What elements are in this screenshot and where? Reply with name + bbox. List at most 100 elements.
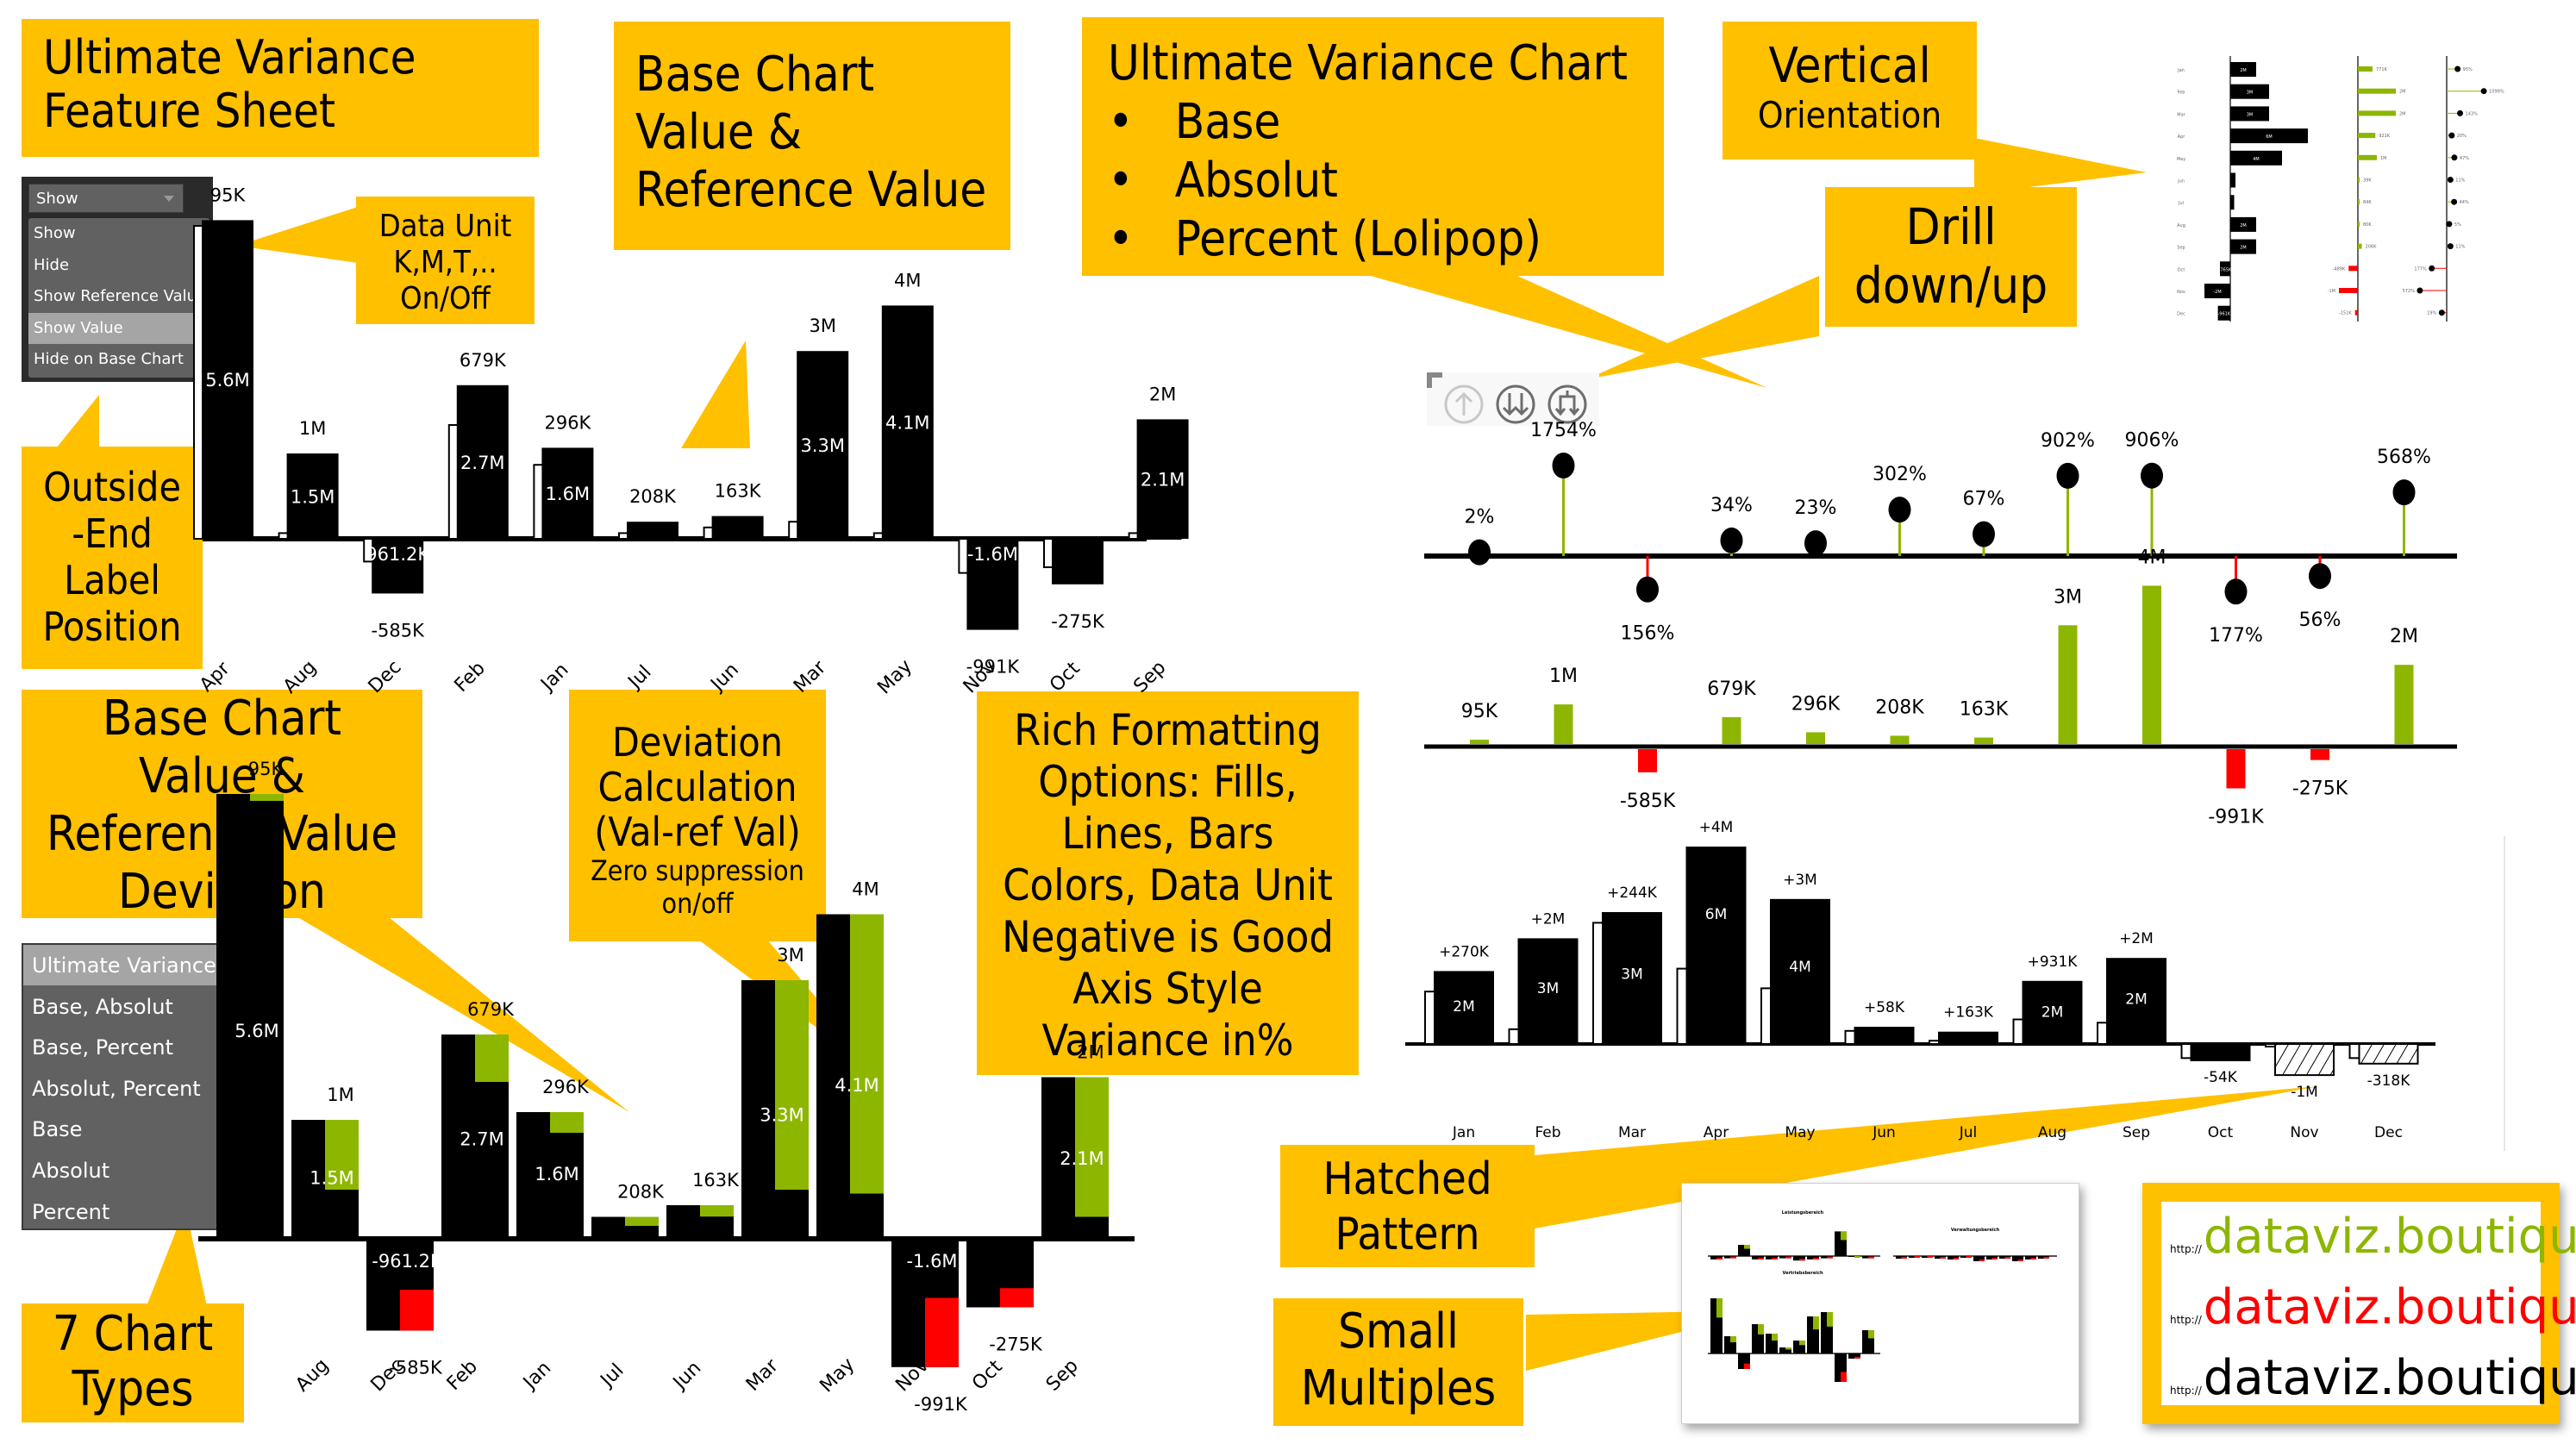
deviation-label: +2M — [2119, 930, 2154, 947]
absolute-bar — [2142, 585, 2161, 744]
lollipop-dot — [2141, 462, 2163, 489]
vertical-lollipop-dot — [2417, 287, 2423, 294]
value-bar — [1854, 1027, 1915, 1045]
vertical-absolute-label: -489K — [2333, 266, 2346, 272]
percent-label: 302% — [1873, 464, 1927, 485]
value-label: -1.6M — [967, 544, 1018, 565]
vertical-value-bar — [2230, 195, 2235, 210]
value-bar — [711, 516, 764, 539]
value-bar — [2190, 1043, 2251, 1061]
multiple-deviation-bar — [1730, 1336, 1736, 1342]
vertical-absolute-bar — [2358, 110, 2396, 116]
x-tick-label: Apr — [196, 657, 234, 696]
vertical-category-label: Dec — [2177, 312, 2185, 317]
percent-label: 34% — [1710, 495, 1753, 516]
x-tick-label: Mar — [790, 656, 831, 697]
multiple-deviation-bar — [2043, 1257, 2049, 1259]
x-tick-label: Feb — [451, 658, 490, 697]
vertical-percent-label: 572% — [2403, 289, 2416, 294]
deviation-label: +58K — [1864, 999, 1905, 1016]
x-tick-label: Dec — [365, 657, 406, 698]
percent-label: 902% — [2041, 430, 2095, 452]
multiple-deviation-bar — [1772, 1334, 1778, 1341]
multiple-deviation-bar — [1927, 1256, 1933, 1258]
brand-box: http://dataviz.boutique http://dataviz.bo… — [2142, 1183, 2576, 1424]
percent-label: 568% — [2377, 447, 2431, 468]
vertical-category-label: Nov — [2177, 290, 2185, 295]
multiple-deviation-bar — [1799, 1341, 1805, 1346]
brand-link-2[interactable]: http://dataviz.boutique — [2170, 1279, 2576, 1335]
x-tick-label: Aug — [279, 656, 321, 697]
deviation-bar — [625, 1216, 659, 1226]
vertical-lollipop-dot — [2446, 221, 2453, 228]
multiple-deviation-bar — [1730, 1256, 1736, 1259]
value-label: 2.7M — [460, 1129, 504, 1150]
absolute-bar — [2058, 625, 2078, 744]
deviation-label: 679K — [467, 999, 515, 1020]
brand-text: dataviz.boutique — [2203, 1350, 2576, 1406]
percent-label: 156% — [1621, 623, 1675, 645]
value-bar — [627, 522, 678, 539]
vertical-percent-label: 5% — [2454, 222, 2461, 228]
lollipop-dot — [1636, 576, 1659, 603]
vertical-category-label: Feb — [2178, 91, 2185, 96]
vertical-value-label: 2M — [2240, 68, 2247, 73]
vertical-percent-label: 177% — [2414, 266, 2427, 272]
x-tick-label: Sep — [2123, 1124, 2150, 1141]
absolute-bar — [1470, 740, 1489, 744]
brand-prefix: http:// — [2170, 1243, 2202, 1255]
lollipop-dot — [1720, 527, 1743, 553]
deviation-label: +4M — [1699, 819, 1734, 836]
vertical-value-label: 4M — [2253, 157, 2260, 162]
multiple-deviation-bar — [1758, 1257, 1764, 1260]
vertical-percent-label: 95% — [2463, 67, 2473, 72]
x-tick-label: May — [1785, 1124, 1815, 1141]
brand-link-1[interactable]: http://dataviz.boutique — [2170, 1209, 2576, 1265]
deviation-label: 4M — [894, 270, 921, 291]
vertical-orientation-chart: Jan 2M 771K 95% Feb 3M 2M 1099% Mar 3M 2M 143% Apr 6M… — [2177, 56, 2504, 322]
vertical-lollipop-dot — [2429, 265, 2435, 272]
value-label: -961.2K — [372, 1251, 443, 1272]
percent-label: 2% — [1465, 507, 1495, 528]
x-tick-label: Oct — [1046, 658, 1085, 697]
vertical-category-label: May — [2177, 157, 2185, 162]
multiple-deviation-bar — [1716, 1257, 1723, 1260]
absolute-bar — [1806, 732, 1825, 744]
small-multiples-chart: Leistungsbereich Verwaltungsbereich Vertri… — [1708, 1210, 2057, 1382]
vertical-absolute-bar — [2358, 221, 2360, 227]
deviation-bar — [1075, 1077, 1109, 1217]
vertical-lollipop-dot — [2447, 177, 2454, 183]
x-tick-label: Mar — [1618, 1124, 1646, 1141]
deviation-bar — [250, 794, 284, 801]
vertical-percent-label: 47% — [2460, 156, 2469, 161]
value-label: 3.3M — [760, 1104, 804, 1125]
lollipop-dot — [1888, 497, 1911, 523]
brand-inner: http://dataviz.boutique http://dataviz.bo… — [2161, 1202, 2576, 1406]
absolute-bar — [1554, 704, 1573, 744]
deviation-label: 95K — [248, 759, 284, 779]
multiple-deviation-bar — [1868, 1330, 1874, 1339]
vertical-value-bar — [2230, 172, 2235, 188]
vertical-absolute-bar — [2358, 66, 2373, 72]
deviation-label: 296K — [542, 1077, 590, 1097]
deviation-label: +2M — [1531, 910, 1566, 928]
vertical-percent-label: 19% — [2427, 311, 2436, 316]
vertical-absolute-label: 206K — [2366, 245, 2378, 250]
x-tick-label: Jul — [1959, 1124, 1978, 1141]
multiple-deviation-bar — [1744, 1363, 1750, 1369]
x-tick-label: Sep — [1130, 657, 1171, 697]
vertical-percent-label: 20% — [2457, 134, 2467, 139]
value-label: 2.7M — [460, 453, 505, 473]
x-tick-label: Oct — [968, 1356, 1007, 1395]
value-label: 1.6M — [546, 484, 591, 504]
value-label: 2.1M — [1060, 1148, 1104, 1169]
percent-label: 56% — [2299, 609, 2342, 631]
lollipop-dot — [2392, 479, 2416, 506]
deviation-label: +244K — [1607, 885, 1658, 902]
deviation-label: +3M — [1783, 872, 1817, 889]
deviation-label: 1M — [327, 1085, 353, 1105]
brand-link-3[interactable]: http://dataviz.boutique — [2170, 1350, 2576, 1406]
deviation-bar — [925, 1297, 959, 1367]
x-tick-label: Jul — [623, 661, 656, 694]
x-tick-label: Mar — [742, 1354, 784, 1396]
